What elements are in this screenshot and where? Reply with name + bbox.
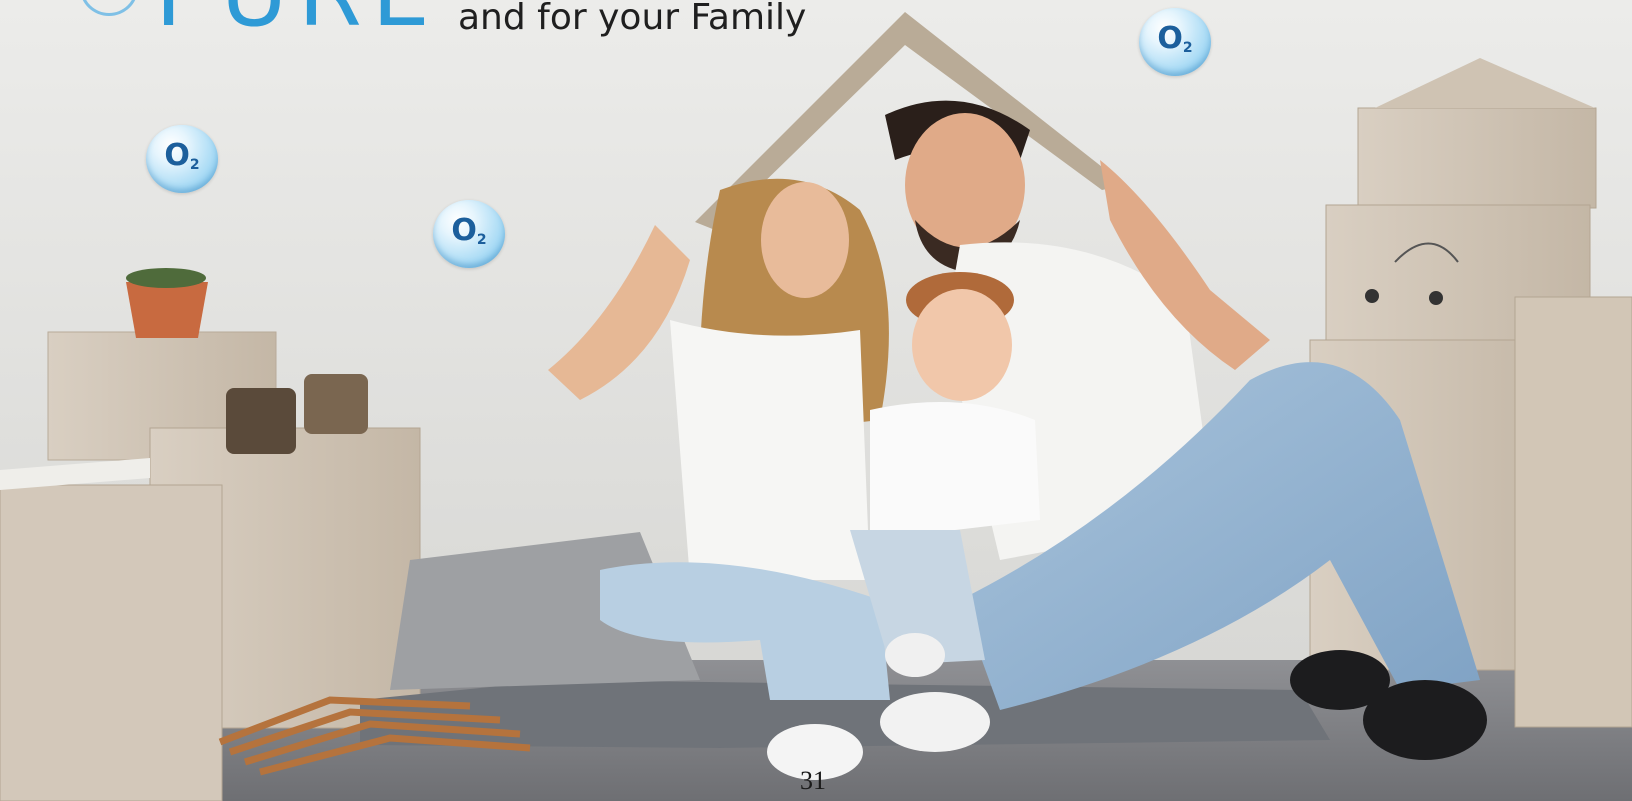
plant-leaves <box>126 268 206 288</box>
oxygen-bubble-icon: O2 <box>433 200 505 268</box>
child-face <box>912 289 1012 401</box>
man-shoe-left <box>1290 650 1390 710</box>
woman-shirt <box>670 320 870 580</box>
box-left-front <box>0 484 223 801</box>
box-right-top <box>1357 107 1597 209</box>
family-photo <box>0 0 1632 801</box>
tagline: and for your Family <box>458 0 807 38</box>
plant-pot <box>126 282 208 338</box>
woman-shoe-right <box>880 692 990 752</box>
child-shoe <box>885 633 945 677</box>
mug-right <box>304 374 368 434</box>
box-right-edge <box>1514 296 1632 728</box>
woman-face <box>761 182 849 298</box>
child-shirt <box>870 402 1040 540</box>
mug-left <box>226 388 296 454</box>
brand-word: PURE <box>155 0 440 40</box>
page-number: 31 <box>800 766 826 795</box>
oxygen-bubble-icon: O2 <box>146 125 218 193</box>
oxygen-bubble-icon: O2 <box>1139 8 1211 76</box>
